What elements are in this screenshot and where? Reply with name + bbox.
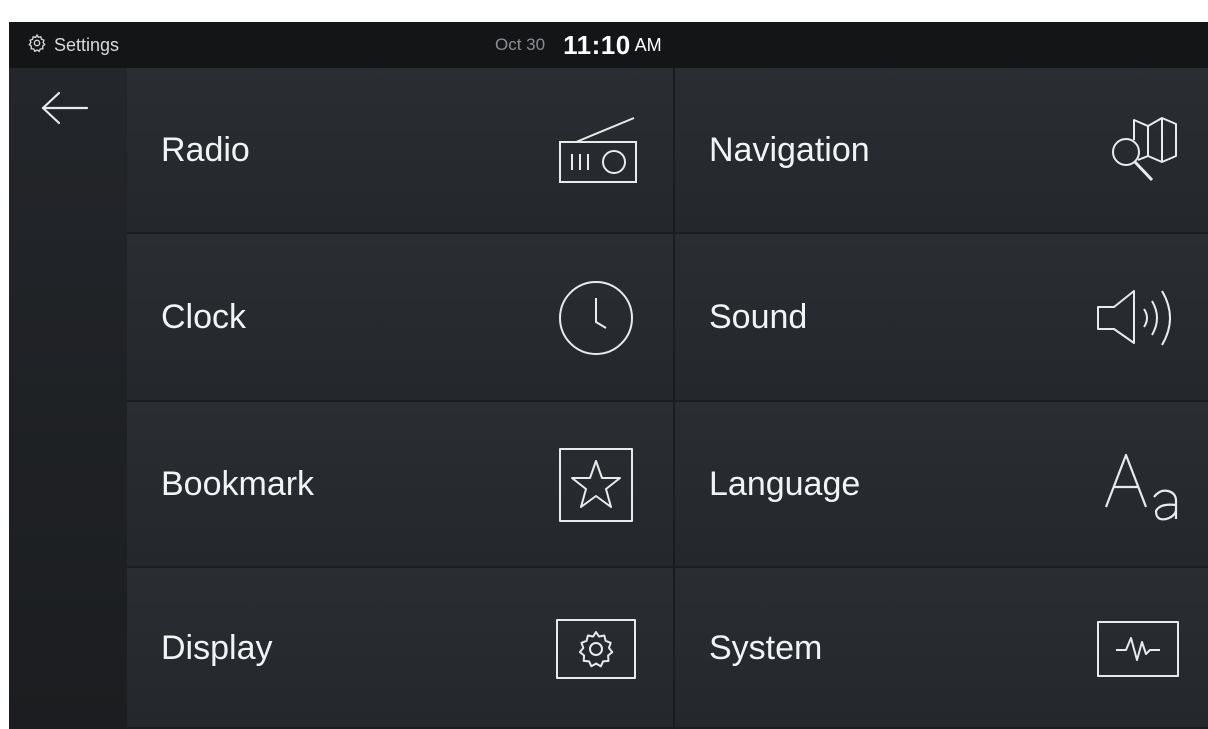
status-ampm: AM [634,34,662,55]
menu-item-system[interactable]: System [675,568,1208,729]
menu-item-bookmark[interactable]: Bookmark [127,402,673,568]
map-search-icon [1083,106,1193,196]
gear-icon [27,33,47,58]
back-arrow-icon [40,90,90,131]
speaker-icon [1083,273,1193,363]
menu-item-label: Bookmark [161,465,315,503]
menu-item-navigation[interactable]: Navigation [675,68,1208,234]
back-button[interactable] [31,82,99,138]
status-time: 11:10 [563,29,631,60]
menu-item-label: Language [709,465,861,503]
status-date: Oct 30 [495,35,546,54]
pulse-icon [1083,604,1193,694]
menu-item-label: Clock [161,298,247,336]
clock-icon [551,273,641,363]
menu-item-label: Navigation [709,131,870,169]
settings-app-label: Settings [27,22,119,68]
menu-item-label: Sound [709,298,808,336]
radio-icon [551,106,641,196]
menu-item-sound[interactable]: Sound [675,234,1208,402]
date-time: Oct 30 11:10 AM [495,22,662,68]
menu-item-label: Display [161,628,273,667]
menu-item-radio[interactable]: Radio [127,68,673,234]
menu-item-clock[interactable]: Clock [127,234,673,402]
font-aa-icon [1083,440,1193,530]
star-icon [551,440,641,530]
menu-item-language[interactable]: Language [675,402,1208,568]
menu-item-label: Radio [161,131,250,169]
settings-screen: Settings Oct 30 11:10 AM Radio Navigatio… [9,22,1208,729]
left-rail [9,68,127,729]
app-title: Settings [54,34,120,55]
menu-item-display[interactable]: Display [127,568,673,729]
settings-menu-grid: Radio Navigation Clock Sound Bookmark La… [127,68,1208,729]
menu-item-label: System [709,628,823,667]
display-gear-icon [551,604,641,694]
status-bar: Settings Oct 30 11:10 AM [9,22,1208,68]
